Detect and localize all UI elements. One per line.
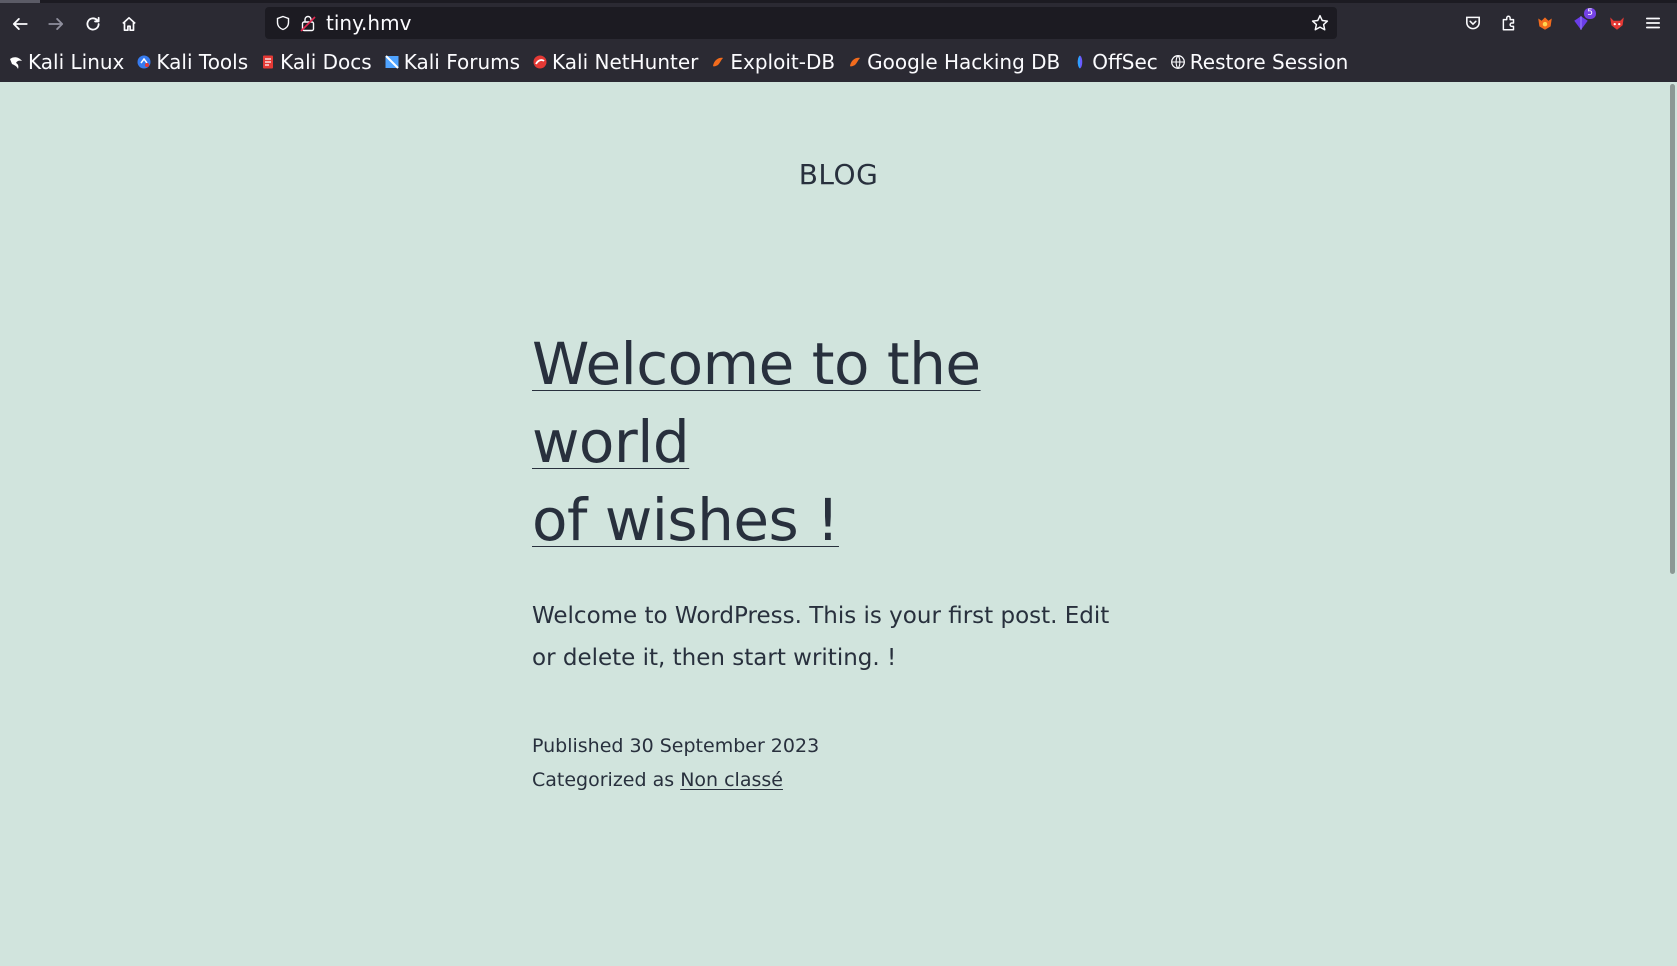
bookmark-label: Restore Session (1189, 50, 1349, 74)
bookmark-label: Kali Forums (403, 50, 521, 74)
kali-dragon-icon (8, 54, 24, 70)
bookmark-label: Kali Docs (280, 50, 372, 74)
kali-forums-icon (384, 54, 400, 70)
tab-strip (0, 0, 1677, 3)
post-title: Welcome to the world of wishes ! (532, 325, 1132, 559)
extension-foxyproxy-button[interactable] (1534, 12, 1556, 34)
address-bar[interactable]: tiny.hmv (265, 7, 1337, 39)
red-fox-icon (1610, 17, 1624, 30)
reload-icon (86, 16, 100, 31)
extension-fox-button[interactable] (1606, 12, 1628, 34)
insecure-lock-icon[interactable] (300, 14, 316, 32)
bookmark-kali-docs[interactable]: Kali Docs (260, 50, 372, 74)
post-title-line-2: of wishes ! (532, 486, 839, 554)
home-icon (122, 16, 136, 32)
globe-icon (1170, 54, 1186, 70)
arrow-left-icon (12, 18, 28, 30)
bookmark-label: OffSec (1092, 50, 1158, 74)
offsec-icon (1072, 54, 1088, 70)
bookmark-kali-tools[interactable]: Kali Tools (136, 50, 248, 74)
active-tab-indicator[interactable] (0, 0, 40, 3)
pocket-button[interactable] (1462, 12, 1484, 34)
post-body: Welcome to WordPress. This is your first… (532, 603, 1110, 671)
hamburger-menu-icon (1645, 17, 1661, 29)
home-button[interactable] (115, 10, 143, 38)
back-button[interactable] (6, 10, 34, 38)
post-title-line-1: Welcome to the world (532, 330, 981, 476)
bookmark-kali-forums[interactable]: Kali Forums (384, 50, 520, 74)
bookmark-label: Google Hacking DB (867, 50, 1061, 74)
bookmark-star-icon[interactable] (1311, 14, 1329, 32)
bookmark-google-hacking-db[interactable]: Google Hacking DB (847, 50, 1060, 74)
extension-badge: 5 (1584, 8, 1596, 19)
extension-wappalyzer-button[interactable]: 5 (1570, 8, 1596, 34)
category-label: Categorized as (532, 769, 675, 791)
published-label: Published (532, 735, 624, 757)
bookmark-restore-session[interactable]: Restore Session (1170, 50, 1349, 74)
bookmark-kali-linux[interactable]: Kali Linux (8, 50, 124, 74)
post-title-link[interactable]: Welcome to the world of wishes ! (532, 330, 981, 554)
bookmarks-toolbar: Kali Linux Kali Tools Kali Docs Kali For… (0, 46, 1360, 78)
tracking-protection-shield-icon[interactable] (275, 15, 291, 31)
bookmark-label: Kali Tools (156, 50, 249, 74)
pocket-icon (1466, 16, 1480, 30)
forward-button[interactable] (42, 10, 70, 38)
bookmark-label: Kali Linux (28, 50, 125, 74)
ghdb-icon (847, 54, 863, 70)
bookmark-label: Kali NetHunter (552, 50, 699, 74)
bookmark-label: Exploit-DB (730, 50, 836, 74)
app-menu-button[interactable] (1642, 12, 1664, 34)
exploit-db-icon (710, 54, 726, 70)
bookmark-kali-nethunter[interactable]: Kali NetHunter (532, 50, 698, 74)
site-title[interactable]: BLOG (0, 158, 1677, 191)
url-text[interactable]: tiny.hmv (326, 11, 411, 35)
bookmark-offsec[interactable]: OffSec (1072, 50, 1158, 74)
reload-button[interactable] (79, 10, 107, 38)
kali-docs-icon (260, 54, 276, 70)
arrow-right-icon (48, 18, 64, 30)
category-link[interactable]: Non classé (680, 769, 783, 791)
nethunter-icon (532, 54, 548, 70)
bookmark-exploit-db[interactable]: Exploit-DB (710, 50, 835, 74)
blog-post: Welcome to the world of wishes ! Welcome … (532, 325, 1132, 797)
published-date: 30 September 2023 (629, 735, 820, 757)
published-line: Published 30 September 2023 (532, 729, 1132, 763)
post-meta: Published 30 September 2023 Categorized … (532, 729, 1132, 797)
kali-tools-icon (136, 54, 152, 70)
puzzle-icon (1502, 15, 1515, 31)
extensions-button[interactable] (1498, 12, 1520, 34)
fox-icon (1538, 17, 1552, 30)
browser-toolbar: tiny.hmv 5 Kali Linux Kali Tools Kali Do… (0, 0, 1677, 82)
category-line: Categorized as Non classé (532, 763, 1132, 797)
